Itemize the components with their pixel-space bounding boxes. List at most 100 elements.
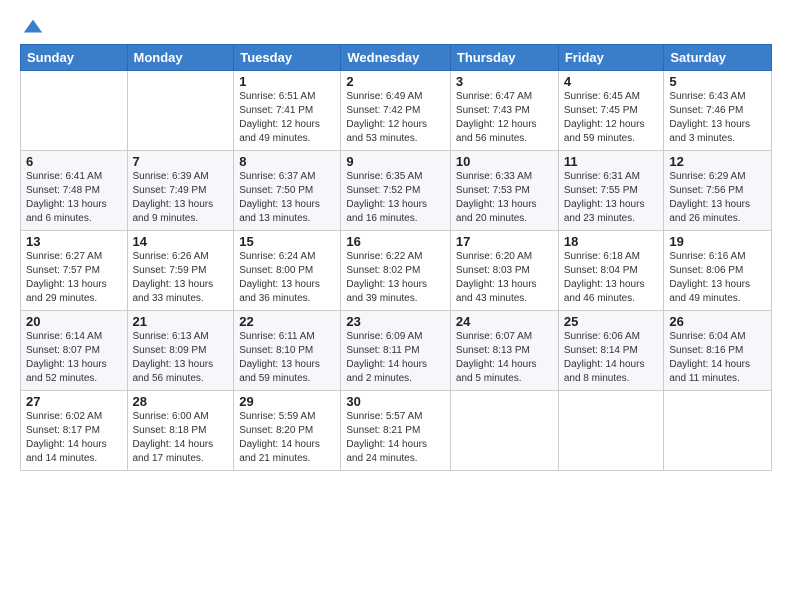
calendar-body: 1Sunrise: 6:51 AMSunset: 7:41 PMDaylight… — [21, 71, 772, 471]
week-row-3: 13Sunrise: 6:27 AMSunset: 7:57 PMDayligh… — [21, 231, 772, 311]
day-info: Sunrise: 6:26 AMSunset: 7:59 PMDaylight:… — [133, 250, 229, 306]
day-number: 5 — [669, 74, 766, 89]
day-info: Sunrise: 6:47 AMSunset: 7:43 PMDaylight:… — [456, 90, 553, 146]
week-row-1: 1Sunrise: 6:51 AMSunset: 7:41 PMDaylight… — [21, 71, 772, 151]
calendar-cell: 13Sunrise: 6:27 AMSunset: 7:57 PMDayligh… — [21, 231, 128, 311]
day-info: Sunrise: 6:29 AMSunset: 7:56 PMDaylight:… — [669, 170, 766, 226]
calendar-cell: 12Sunrise: 6:29 AMSunset: 7:56 PMDayligh… — [664, 151, 772, 231]
weekday-header-tuesday: Tuesday — [234, 45, 341, 71]
weekday-header-friday: Friday — [558, 45, 664, 71]
day-number: 26 — [669, 314, 766, 329]
day-number: 27 — [26, 394, 122, 409]
day-number: 11 — [564, 154, 659, 169]
day-info: Sunrise: 6:16 AMSunset: 8:06 PMDaylight:… — [669, 250, 766, 306]
calendar-cell: 3Sunrise: 6:47 AMSunset: 7:43 PMDaylight… — [450, 71, 558, 151]
calendar-cell: 6Sunrise: 6:41 AMSunset: 7:48 PMDaylight… — [21, 151, 128, 231]
calendar-cell: 16Sunrise: 6:22 AMSunset: 8:02 PMDayligh… — [341, 231, 451, 311]
day-number: 21 — [133, 314, 229, 329]
calendar-cell: 4Sunrise: 6:45 AMSunset: 7:45 PMDaylight… — [558, 71, 664, 151]
day-number: 9 — [346, 154, 445, 169]
day-info: Sunrise: 6:02 AMSunset: 8:17 PMDaylight:… — [26, 410, 122, 466]
calendar-cell: 5Sunrise: 6:43 AMSunset: 7:46 PMDaylight… — [664, 71, 772, 151]
calendar-cell — [664, 391, 772, 471]
day-info: Sunrise: 6:51 AMSunset: 7:41 PMDaylight:… — [239, 90, 335, 146]
day-number: 7 — [133, 154, 229, 169]
page: SundayMondayTuesdayWednesdayThursdayFrid… — [0, 0, 792, 612]
calendar-cell: 8Sunrise: 6:37 AMSunset: 7:50 PMDaylight… — [234, 151, 341, 231]
day-number: 24 — [456, 314, 553, 329]
day-info: Sunrise: 6:07 AMSunset: 8:13 PMDaylight:… — [456, 330, 553, 386]
day-number: 28 — [133, 394, 229, 409]
day-info: Sunrise: 6:13 AMSunset: 8:09 PMDaylight:… — [133, 330, 229, 386]
calendar-cell: 17Sunrise: 6:20 AMSunset: 8:03 PMDayligh… — [450, 231, 558, 311]
week-row-4: 20Sunrise: 6:14 AMSunset: 8:07 PMDayligh… — [21, 311, 772, 391]
calendar-cell: 26Sunrise: 6:04 AMSunset: 8:16 PMDayligh… — [664, 311, 772, 391]
day-info: Sunrise: 6:22 AMSunset: 8:02 PMDaylight:… — [346, 250, 445, 306]
calendar-cell: 22Sunrise: 6:11 AMSunset: 8:10 PMDayligh… — [234, 311, 341, 391]
calendar-cell — [127, 71, 234, 151]
day-number: 13 — [26, 234, 122, 249]
day-info: Sunrise: 6:20 AMSunset: 8:03 PMDaylight:… — [456, 250, 553, 306]
day-number: 30 — [346, 394, 445, 409]
calendar-cell: 29Sunrise: 5:59 AMSunset: 8:20 PMDayligh… — [234, 391, 341, 471]
calendar-cell — [450, 391, 558, 471]
calendar-cell: 30Sunrise: 5:57 AMSunset: 8:21 PMDayligh… — [341, 391, 451, 471]
day-number: 22 — [239, 314, 335, 329]
day-number: 12 — [669, 154, 766, 169]
weekday-header-monday: Monday — [127, 45, 234, 71]
day-info: Sunrise: 6:11 AMSunset: 8:10 PMDaylight:… — [239, 330, 335, 386]
calendar-cell: 9Sunrise: 6:35 AMSunset: 7:52 PMDaylight… — [341, 151, 451, 231]
day-number: 20 — [26, 314, 122, 329]
day-number: 14 — [133, 234, 229, 249]
logo — [20, 18, 44, 38]
calendar-cell: 20Sunrise: 6:14 AMSunset: 8:07 PMDayligh… — [21, 311, 128, 391]
calendar-cell: 27Sunrise: 6:02 AMSunset: 8:17 PMDayligh… — [21, 391, 128, 471]
calendar-cell: 10Sunrise: 6:33 AMSunset: 7:53 PMDayligh… — [450, 151, 558, 231]
day-info: Sunrise: 6:39 AMSunset: 7:49 PMDaylight:… — [133, 170, 229, 226]
day-info: Sunrise: 5:57 AMSunset: 8:21 PMDaylight:… — [346, 410, 445, 466]
day-info: Sunrise: 6:27 AMSunset: 7:57 PMDaylight:… — [26, 250, 122, 306]
calendar-cell: 23Sunrise: 6:09 AMSunset: 8:11 PMDayligh… — [341, 311, 451, 391]
day-number: 16 — [346, 234, 445, 249]
logo-text — [20, 18, 44, 38]
day-info: Sunrise: 6:49 AMSunset: 7:42 PMDaylight:… — [346, 90, 445, 146]
day-info: Sunrise: 6:41 AMSunset: 7:48 PMDaylight:… — [26, 170, 122, 226]
calendar-cell: 11Sunrise: 6:31 AMSunset: 7:55 PMDayligh… — [558, 151, 664, 231]
day-info: Sunrise: 6:04 AMSunset: 8:16 PMDaylight:… — [669, 330, 766, 386]
calendar-cell: 18Sunrise: 6:18 AMSunset: 8:04 PMDayligh… — [558, 231, 664, 311]
weekday-header-sunday: Sunday — [21, 45, 128, 71]
day-info: Sunrise: 6:33 AMSunset: 7:53 PMDaylight:… — [456, 170, 553, 226]
calendar-cell: 21Sunrise: 6:13 AMSunset: 8:09 PMDayligh… — [127, 311, 234, 391]
day-info: Sunrise: 5:59 AMSunset: 8:20 PMDaylight:… — [239, 410, 335, 466]
day-info: Sunrise: 6:00 AMSunset: 8:18 PMDaylight:… — [133, 410, 229, 466]
week-row-2: 6Sunrise: 6:41 AMSunset: 7:48 PMDaylight… — [21, 151, 772, 231]
day-number: 4 — [564, 74, 659, 89]
day-number: 29 — [239, 394, 335, 409]
calendar-cell: 24Sunrise: 6:07 AMSunset: 8:13 PMDayligh… — [450, 311, 558, 391]
calendar-cell — [21, 71, 128, 151]
day-number: 10 — [456, 154, 553, 169]
day-number: 23 — [346, 314, 445, 329]
calendar-cell: 15Sunrise: 6:24 AMSunset: 8:00 PMDayligh… — [234, 231, 341, 311]
day-number: 8 — [239, 154, 335, 169]
weekday-header-thursday: Thursday — [450, 45, 558, 71]
day-info: Sunrise: 6:24 AMSunset: 8:00 PMDaylight:… — [239, 250, 335, 306]
weekday-header-saturday: Saturday — [664, 45, 772, 71]
calendar-cell — [558, 391, 664, 471]
day-number: 17 — [456, 234, 553, 249]
calendar-table: SundayMondayTuesdayWednesdayThursdayFrid… — [20, 44, 772, 471]
day-info: Sunrise: 6:35 AMSunset: 7:52 PMDaylight:… — [346, 170, 445, 226]
weekday-row: SundayMondayTuesdayWednesdayThursdayFrid… — [21, 45, 772, 71]
calendar-cell: 19Sunrise: 6:16 AMSunset: 8:06 PMDayligh… — [664, 231, 772, 311]
week-row-5: 27Sunrise: 6:02 AMSunset: 8:17 PMDayligh… — [21, 391, 772, 471]
logo-icon — [22, 16, 44, 38]
calendar-cell: 2Sunrise: 6:49 AMSunset: 7:42 PMDaylight… — [341, 71, 451, 151]
day-info: Sunrise: 6:37 AMSunset: 7:50 PMDaylight:… — [239, 170, 335, 226]
day-number: 25 — [564, 314, 659, 329]
day-info: Sunrise: 6:31 AMSunset: 7:55 PMDaylight:… — [564, 170, 659, 226]
calendar-cell: 14Sunrise: 6:26 AMSunset: 7:59 PMDayligh… — [127, 231, 234, 311]
day-info: Sunrise: 6:06 AMSunset: 8:14 PMDaylight:… — [564, 330, 659, 386]
day-number: 2 — [346, 74, 445, 89]
day-number: 3 — [456, 74, 553, 89]
day-number: 18 — [564, 234, 659, 249]
